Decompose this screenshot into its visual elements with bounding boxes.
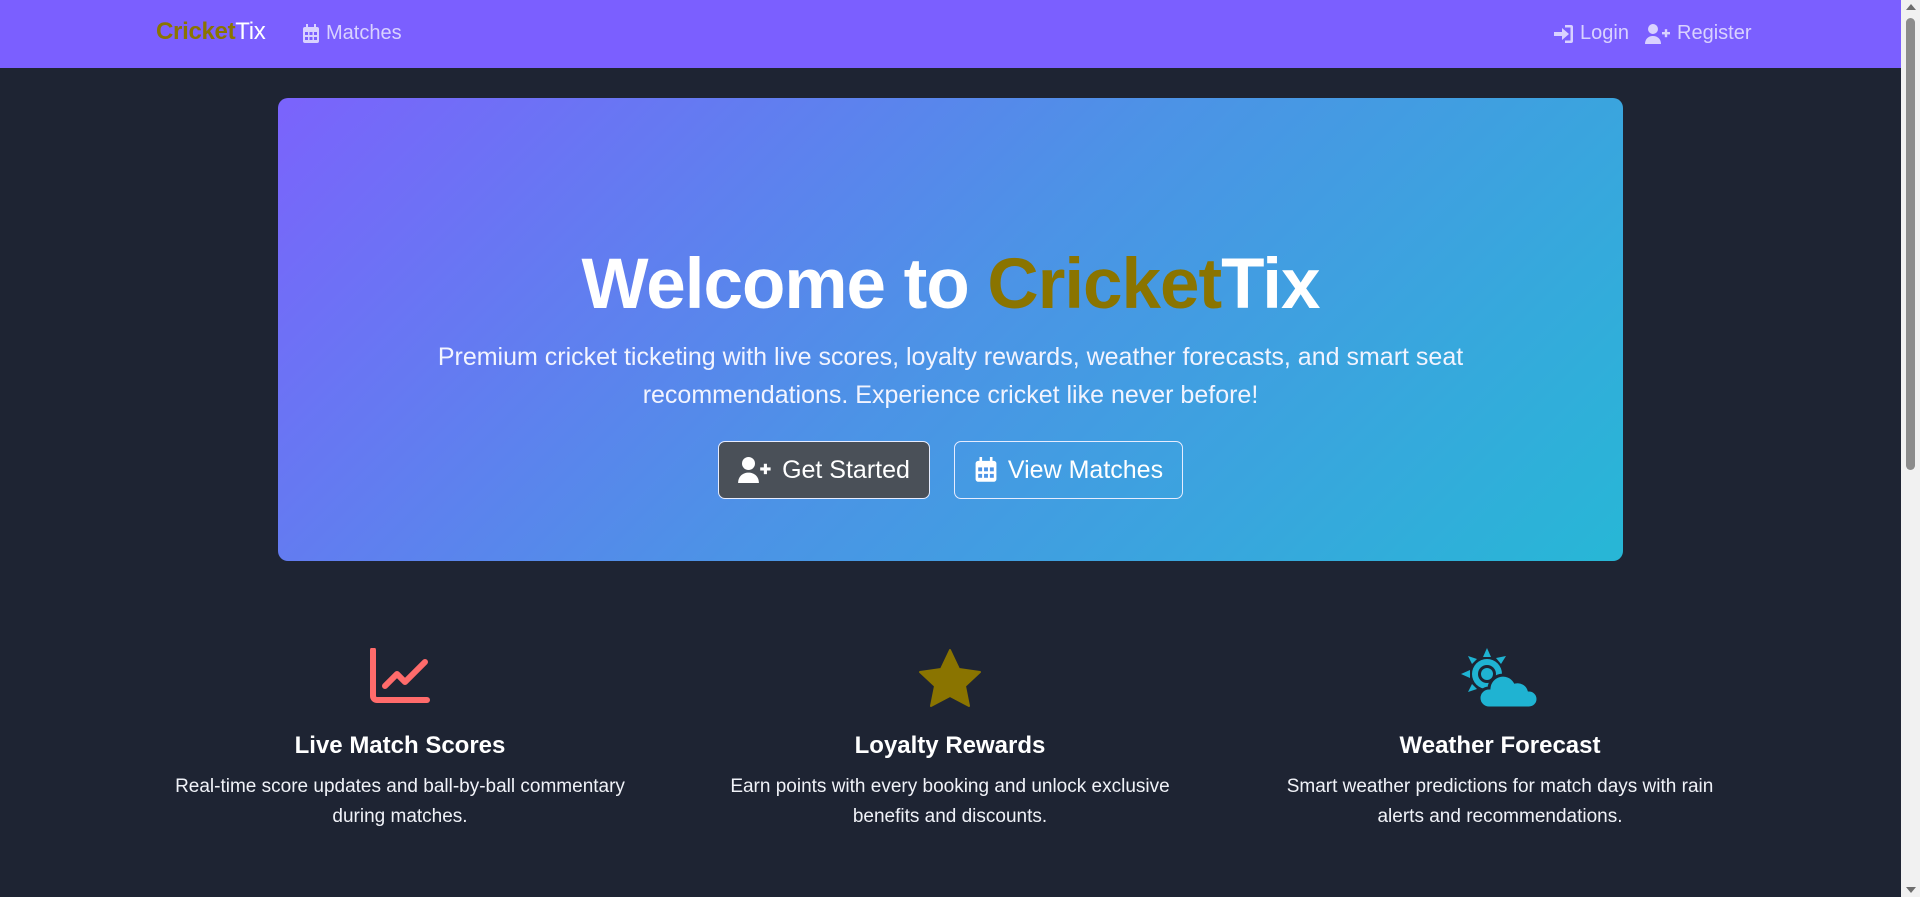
feature-loyalty-rewards: Loyalty Rewards Earn points with every b… <box>720 648 1180 832</box>
scroll-down-arrow-icon[interactable] <box>1906 887 1916 893</box>
nav-register-label: Register <box>1677 22 1752 44</box>
view-matches-label: View Matches <box>1007 455 1164 484</box>
scrollbar-thumb[interactable] <box>1906 18 1915 470</box>
hero-title-gold: Cricket <box>987 245 1222 324</box>
nav-register-link[interactable]: Register <box>1645 22 1751 45</box>
feature-description: Smart weather predictions for match days… <box>1286 776 1714 827</box>
hero-subtitle: Premium cricket ticketing with live scor… <box>437 343 1464 409</box>
hero-title: Welcome to CricketTix <box>278 244 1623 325</box>
chart-line-icon <box>370 648 430 703</box>
navbar: CricketTix Matches Login Register <box>0 0 1901 68</box>
feature-title: Loyalty Rewards <box>854 732 1046 759</box>
cloud-sun-icon <box>1461 648 1539 710</box>
calendar-icon <box>975 457 997 482</box>
view-matches-button[interactable]: View Matches <box>954 441 1183 499</box>
nav-login-link[interactable]: Login <box>1552 22 1629 45</box>
feature-title: Weather Forecast <box>1399 732 1601 759</box>
brand-name-white: Tix <box>235 18 266 45</box>
nav-login-label: Login <box>1580 22 1629 44</box>
get-started-label: Get Started <box>782 455 910 484</box>
get-started-button[interactable]: Get Started <box>718 441 930 499</box>
hero-title-prefix: Welcome to <box>581 245 988 324</box>
nav-matches-label: Matches <box>326 22 402 44</box>
nav-matches-link[interactable]: Matches <box>302 22 402 45</box>
user-plus-icon <box>1645 23 1670 44</box>
hero-title-suffix: Tix <box>1221 245 1320 324</box>
sign-in-icon <box>1554 24 1573 43</box>
brand-logo[interactable]: CricketTix <box>156 18 266 46</box>
feature-live-scores: Live Match Scores Real-time score update… <box>170 648 630 832</box>
feature-weather-forecast: Weather Forecast Smart weather predictio… <box>1270 648 1730 832</box>
feature-description: Real-time score updates and ball-by-ball… <box>175 776 625 827</box>
hero-banner: Welcome to CricketTix Premium cricket ti… <box>278 98 1623 561</box>
brand-name-gold: Cricket <box>156 18 236 45</box>
scroll-up-arrow-icon[interactable] <box>1906 4 1916 10</box>
user-plus-icon <box>738 457 771 483</box>
calendar-icon <box>303 23 319 43</box>
feature-description: Earn points with every booking and unloc… <box>730 776 1170 827</box>
feature-title: Live Match Scores <box>294 732 506 759</box>
vertical-scrollbar[interactable] <box>1901 0 1920 897</box>
star-icon <box>919 649 981 707</box>
